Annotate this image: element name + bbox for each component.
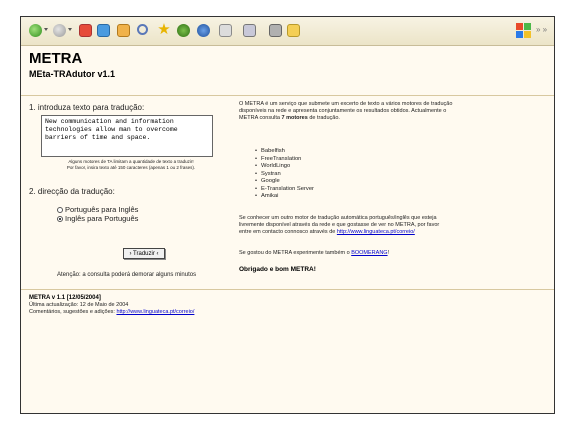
step2-label: 2. direcção da tradução:: [29, 187, 115, 196]
back-dropdown-icon[interactable]: [44, 28, 48, 32]
radio-button-selected-icon[interactable]: [57, 216, 63, 223]
translate-button[interactable]: › Traduzir ‹: [123, 248, 165, 259]
folder-icon[interactable]: [287, 24, 300, 37]
divider: [21, 289, 554, 290]
browser-toolbar: ★ » »: [21, 17, 554, 46]
favorites-star-icon[interactable]: ★: [157, 22, 171, 37]
radio-en-pt-label: Inglês para Português: [65, 214, 139, 223]
page-subtitle: MEta-TRAdutor v1.1: [29, 69, 116, 79]
mail-icon[interactable]: [219, 24, 232, 37]
intro-paragraph: O METRA é um serviço que submete um exce…: [239, 101, 454, 122]
list-item: Amikai: [255, 193, 314, 201]
page-title: METRA: [29, 50, 83, 67]
radio-en-pt[interactable]: Inglês para Português: [57, 214, 138, 223]
limit-note: Alguns motores de TA limitam a quantidad…: [66, 159, 196, 170]
source-text-input[interactable]: New communication and information techno…: [41, 115, 213, 157]
contact-paragraph: Se conhecer um outro motor de tradução a…: [239, 215, 444, 236]
windows-logo-icon: [516, 23, 532, 39]
intro-text-end: de tradução.: [307, 115, 340, 121]
list-item: Systran: [255, 171, 314, 179]
back-icon[interactable]: [29, 24, 42, 37]
list-item: Babelfish: [255, 148, 314, 156]
list-item: E-Translation Server: [255, 186, 314, 194]
history-icon[interactable]: [197, 24, 210, 37]
step1-label: 1. introduza texto para tradução:: [29, 103, 145, 112]
stop-icon[interactable]: [79, 24, 92, 37]
radio-pt-en-label: Português para Inglês: [65, 205, 139, 214]
thanks-text: Obrigado e bom METRA!: [239, 266, 316, 273]
boomerang-text-end: !: [387, 250, 390, 256]
contact-link[interactable]: http://www.linguateca.pt/correio/: [337, 229, 415, 235]
home-icon[interactable]: [117, 24, 130, 37]
warning-text: Atenção: a consulta poderá demorar algun…: [57, 272, 197, 278]
boomerang-text: Se gostou do METRA experimente também o: [239, 250, 352, 256]
toolbar-overflow-icon[interactable]: » »: [536, 25, 550, 35]
intro-text: O METRA é um serviço que submete um exce…: [239, 101, 453, 121]
list-item: FreeTranslation: [255, 156, 314, 164]
footer-comments: Comentários, sugestões e adições: http:/…: [29, 309, 194, 315]
footer-comments-link[interactable]: http://www.linguateca.pt/correio/: [116, 309, 194, 315]
search-icon[interactable]: [137, 24, 148, 35]
footer-comments-label: Comentários, sugestões e adições:: [29, 309, 117, 315]
footer-version: METRA v 1.1 [12/05/2004]: [29, 295, 101, 301]
media-icon[interactable]: [177, 24, 190, 37]
footer-updated: Última actualização: 12 de Maio de 2004: [29, 302, 129, 308]
browser-window: ★ » » METRA MEta-TRAdutor v1.1 1. introd…: [20, 16, 555, 414]
boomerang-link[interactable]: BOOMERANG: [351, 250, 387, 256]
engine-list: Babelfish FreeTranslation WorldLingo Sys…: [255, 148, 314, 201]
intro-engine-count: 7 motores: [281, 115, 308, 121]
forward-icon[interactable]: [53, 24, 66, 37]
list-item: WorldLingo: [255, 163, 314, 171]
print-icon[interactable]: [243, 24, 256, 37]
edit-icon[interactable]: [269, 24, 282, 37]
refresh-icon[interactable]: [97, 24, 110, 37]
radio-pt-en[interactable]: Português para Inglês: [57, 205, 138, 214]
page-header: METRA MEta-TRAdutor v1.1: [21, 46, 554, 96]
forward-dropdown-icon[interactable]: [68, 28, 72, 32]
boomerang-paragraph: Se gostou do METRA experimente também o …: [239, 250, 454, 257]
radio-button-icon[interactable]: [57, 207, 63, 214]
list-item: Google: [255, 178, 314, 186]
